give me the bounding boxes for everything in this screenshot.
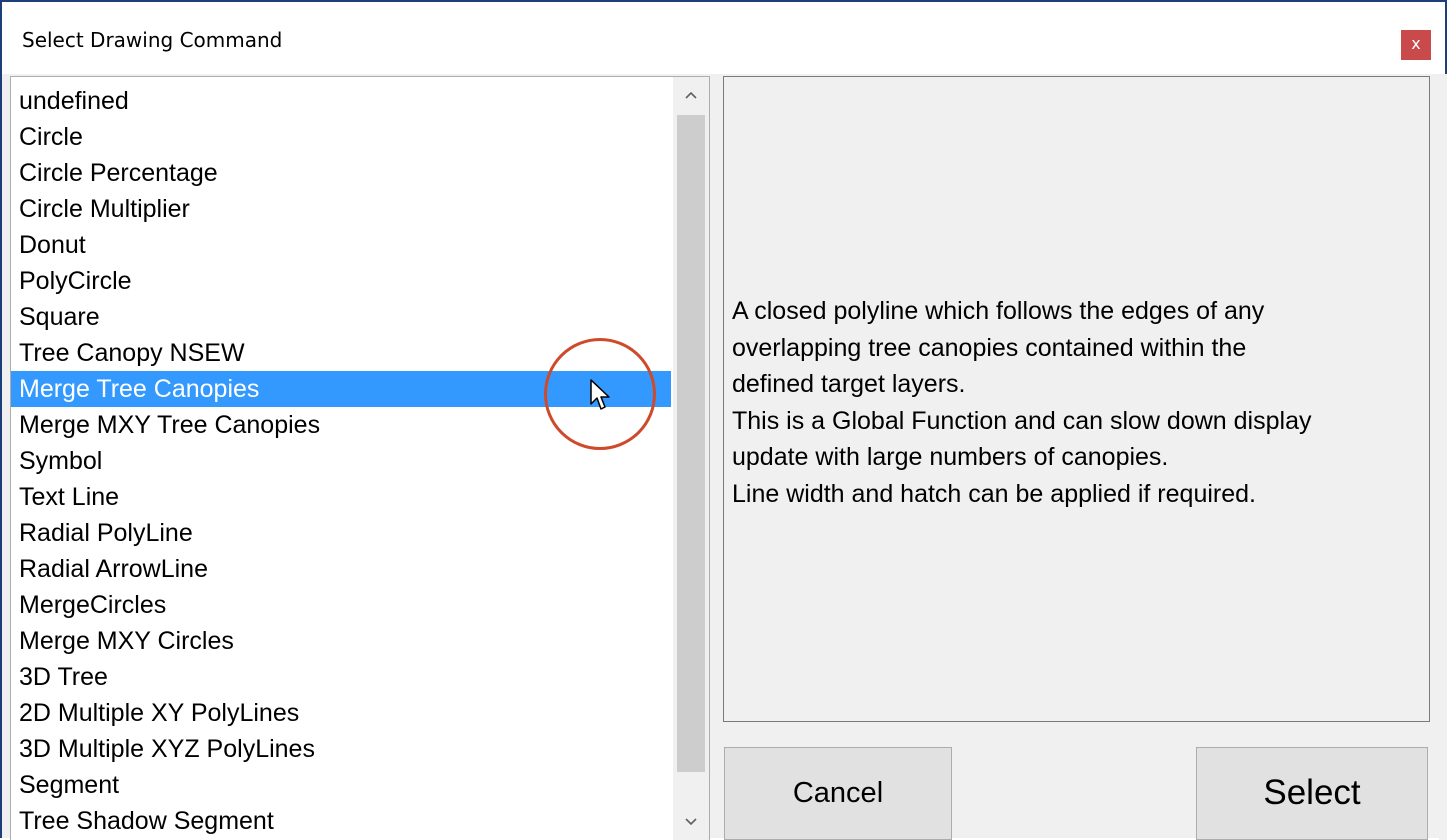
mouse-pointer-icon xyxy=(590,379,610,410)
command-list-item[interactable]: Symbol xyxy=(11,443,671,479)
command-list-item[interactable]: Radial ArrowLine xyxy=(11,551,671,587)
command-list-item[interactable]: MergeCircles xyxy=(11,587,671,623)
command-list-item[interactable]: 2D Multiple XY PolyLines xyxy=(11,695,671,731)
scroll-down-button[interactable] xyxy=(673,804,709,840)
chevron-down-icon xyxy=(685,818,697,826)
command-list-item[interactable]: Circle Percentage xyxy=(11,155,671,191)
scroll-thumb[interactable] xyxy=(677,115,705,772)
chevron-up-icon xyxy=(685,91,697,99)
command-list-item[interactable]: Square xyxy=(11,299,671,335)
command-list-item[interactable]: Circle Multiplier xyxy=(11,191,671,227)
select-button[interactable]: Select xyxy=(1196,747,1428,840)
command-list-item[interactable]: Text Line xyxy=(11,479,671,515)
command-list-item[interactable]: Segment xyxy=(11,767,671,803)
scroll-up-button[interactable] xyxy=(673,77,709,113)
description-text: A closed polyline which follows the edge… xyxy=(732,297,1312,508)
window-edge xyxy=(1439,74,1447,840)
list-scrollbar[interactable] xyxy=(673,77,709,840)
dialog-window: Select Drawing Command x undefined Circle… xyxy=(0,0,1447,840)
command-list-item[interactable]: PolyCircle xyxy=(11,263,671,299)
command-list: undefined Circle Circle Percentage Circle M… xyxy=(11,83,671,839)
command-list-item[interactable]: Donut xyxy=(11,227,671,263)
command-list-item[interactable]: Circle xyxy=(11,119,671,155)
command-list-item[interactable]: undefined xyxy=(11,83,671,119)
title-bar[interactable]: Select Drawing Command x xyxy=(2,2,1445,74)
command-list-item[interactable]: 3D Tree xyxy=(11,659,671,695)
command-listbox[interactable]: undefined Circle Circle Percentage Circle M… xyxy=(10,76,710,840)
dialog-title: Select Drawing Command xyxy=(22,28,283,52)
command-list-item[interactable]: Radial PolyLine xyxy=(11,515,671,551)
command-list-item[interactable]: 3D Multiple XYZ PolyLines xyxy=(11,731,671,767)
cancel-button[interactable]: Cancel xyxy=(724,747,952,840)
close-button[interactable]: x xyxy=(1401,30,1431,60)
description-panel: A closed polyline which follows the edge… xyxy=(723,76,1430,722)
command-list-item[interactable]: Merge MXY Circles xyxy=(11,623,671,659)
close-icon: x xyxy=(1411,34,1421,53)
command-list-item[interactable]: Tree Shadow Segment xyxy=(11,803,671,839)
